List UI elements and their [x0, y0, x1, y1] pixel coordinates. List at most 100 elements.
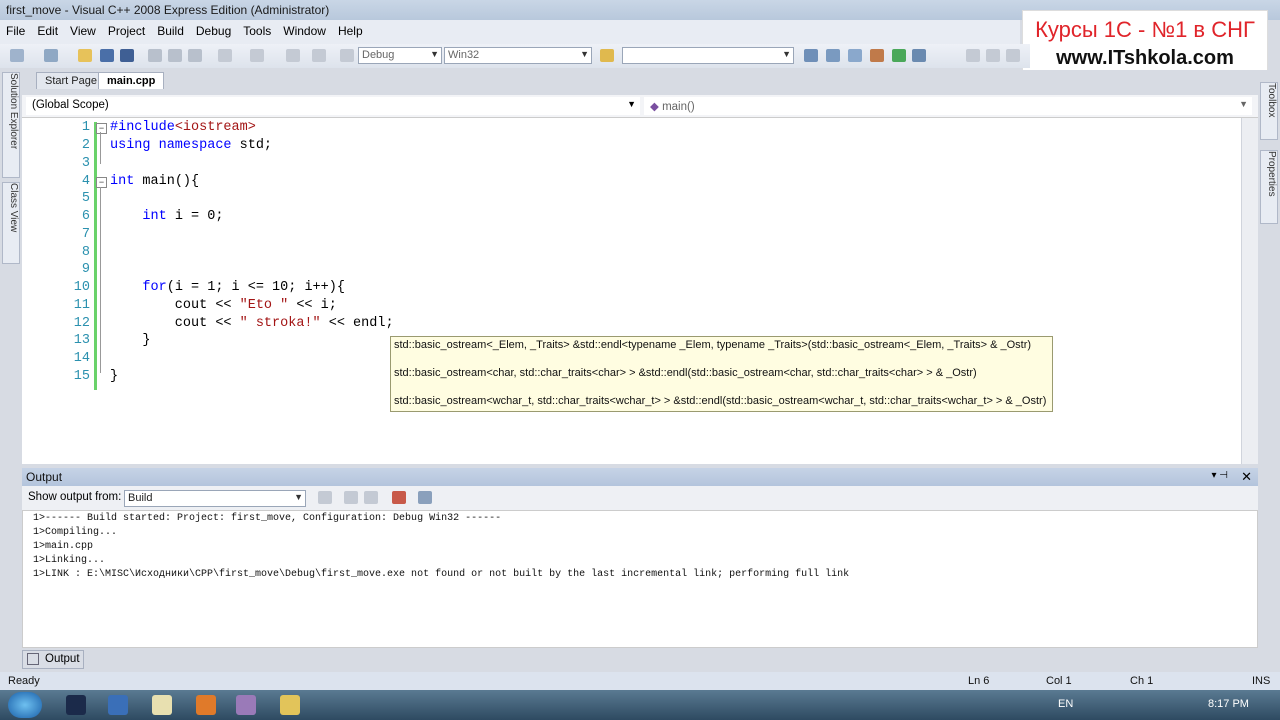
menu-tools[interactable]: Tools: [237, 20, 277, 38]
open-file-icon[interactable]: [78, 49, 92, 62]
debug-continue-icon[interactable]: [966, 49, 980, 62]
new-project-icon[interactable]: [10, 49, 24, 62]
output-text-area[interactable]: 1>------ Build started: Project: first_m…: [22, 510, 1258, 648]
line-number: 6: [81, 209, 90, 224]
find-message-icon[interactable]: [318, 491, 332, 504]
find-in-files-icon[interactable]: [600, 49, 614, 62]
start-debug-icon[interactable]: [340, 49, 354, 62]
intellisense-item[interactable]: std::basic_ostream<char, std::char_trait…: [394, 367, 977, 379]
undo-icon[interactable]: [218, 49, 232, 62]
watermark-line2: www.ITshkola.com: [1056, 47, 1234, 69]
firefox-icon[interactable]: [196, 695, 216, 715]
member-scope-select[interactable]: ◆ main() ▼: [644, 97, 1252, 115]
change-tracking-bar: [94, 122, 97, 390]
tab-solution-explorer[interactable]: Solution Explorer: [2, 72, 20, 178]
status-char: Ch 1: [1130, 675, 1154, 687]
navigate-forward-icon[interactable]: [312, 49, 326, 62]
save-icon[interactable]: [100, 49, 114, 62]
tab-properties-label: Properties: [1266, 151, 1277, 197]
menu-bar: File Edit View Project Build Debug Tools Window…: [0, 20, 1020, 44]
line-number: 8: [81, 245, 90, 260]
chevron-down-icon: ▼: [430, 49, 439, 59]
copy-icon[interactable]: [168, 49, 182, 62]
language-indicator[interactable]: EN: [1058, 698, 1073, 710]
tab-properties[interactable]: Properties: [1260, 150, 1278, 224]
global-scope-select[interactable]: (Global Scope) ▼: [26, 97, 640, 115]
next-message-icon[interactable]: [364, 491, 378, 504]
start-page-icon[interactable]: [892, 49, 906, 62]
paste-icon[interactable]: [188, 49, 202, 62]
function-icon: ◆: [650, 101, 659, 113]
output-source-select[interactable]: Build ▼: [124, 490, 306, 507]
code-line: cout << " stroka!" << endl;: [110, 316, 394, 331]
step-into-icon[interactable]: [1006, 49, 1020, 62]
config-select[interactable]: Debug ▼: [358, 47, 442, 64]
config-value: Debug: [362, 49, 395, 61]
platform-select[interactable]: Win32 ▼: [444, 47, 592, 64]
close-icon[interactable]: ✕: [1241, 469, 1252, 485]
navigate-back-icon[interactable]: [286, 49, 300, 62]
menu-build[interactable]: Build: [151, 20, 190, 38]
intellisense-item[interactable]: std::basic_ostream<wchar_t, std::char_tr…: [394, 395, 1046, 407]
photoshop-icon[interactable]: [66, 695, 86, 715]
start-button-icon[interactable]: [8, 692, 42, 718]
tab-toolbox[interactable]: Toolbox: [1260, 82, 1278, 140]
word-wrap-icon[interactable]: [418, 491, 432, 504]
menu-window[interactable]: Window: [277, 20, 332, 38]
line-number: 1: [81, 120, 90, 135]
output-line: 1>Linking...: [33, 555, 106, 566]
taskbar: EN 8:17 PM: [0, 690, 1280, 720]
menu-file[interactable]: File: [0, 20, 31, 38]
visual-studio-icon[interactable]: [236, 695, 256, 715]
object-browser-icon[interactable]: [848, 49, 862, 62]
show-output-label: Show output from:: [28, 491, 122, 503]
tab-class-view[interactable]: Class View: [2, 182, 20, 264]
previous-message-icon[interactable]: [344, 491, 358, 504]
class-view-icon[interactable]: [912, 49, 926, 62]
line-number: 3: [81, 156, 90, 171]
menu-edit[interactable]: Edit: [31, 20, 64, 38]
output-line: 1>------ Build started: Project: first_m…: [33, 513, 502, 524]
toolbar: Debug ▼ Win32 ▼ ▼: [0, 44, 1030, 68]
menu-debug[interactable]: Debug: [190, 20, 237, 38]
tab-toolbox-label: Toolbox: [1266, 83, 1277, 118]
menu-project[interactable]: Project: [102, 20, 151, 38]
watermark-line1: Курсы 1С - №1 в СНГ: [1035, 17, 1255, 42]
cut-icon[interactable]: [148, 49, 162, 62]
tab-start-page[interactable]: Start Page: [36, 72, 106, 89]
save-all-icon[interactable]: [120, 49, 134, 62]
intellisense-item[interactable]: std::basic_ostream<_Elem, _Traits> &std:…: [394, 339, 1031, 351]
find-combo[interactable]: ▼: [622, 47, 794, 64]
clock[interactable]: 8:17 PM: [1208, 698, 1249, 710]
menu-help[interactable]: Help: [332, 20, 369, 38]
redo-icon[interactable]: [250, 49, 264, 62]
line-number: 5: [81, 191, 90, 206]
left-side-tabs: Solution Explorer Class View: [0, 70, 22, 670]
output-tab[interactable]: Output: [22, 650, 84, 669]
step-over-icon[interactable]: [986, 49, 1000, 62]
code-line: cout << "Eto " << i;: [110, 298, 337, 313]
toolbox-icon[interactable]: [870, 49, 884, 62]
solution-explorer-icon[interactable]: [804, 49, 818, 62]
folder-icon[interactable]: [280, 695, 300, 715]
output-source-value: Build: [128, 492, 153, 504]
output-window-icon: [27, 653, 39, 665]
properties-icon[interactable]: [826, 49, 840, 62]
line-number: 11: [73, 298, 90, 313]
collapse-icon[interactable]: −: [96, 177, 107, 188]
add-item-icon[interactable]: [44, 49, 58, 62]
status-ready: Ready: [8, 675, 40, 687]
pin-icon[interactable]: ▾ ⊣: [1211, 470, 1228, 481]
tab-class-view-label: Class View: [8, 183, 19, 233]
save-app-icon[interactable]: [108, 695, 128, 715]
editor-vertical-scrollbar[interactable]: [1241, 118, 1258, 464]
output-line: 1>LINK : E:\MISC\Исходники\CPP\first_mov…: [33, 569, 850, 580]
tab-main-cpp[interactable]: main.cpp: [98, 72, 165, 89]
menu-view[interactable]: View: [64, 20, 102, 38]
code-editor[interactable]: 1 2 3 4 5 6 7 8 9 10 11 12 13 14 15 − − …: [22, 118, 1258, 464]
scope-bar: (Global Scope) ▼ ◆ main() ▼: [22, 95, 1258, 118]
collapse-icon[interactable]: −: [96, 123, 107, 134]
notepad-icon[interactable]: [152, 695, 172, 715]
code-line: for(i = 1; i <= 10; i++){: [142, 280, 345, 295]
clear-all-icon[interactable]: [392, 491, 406, 504]
